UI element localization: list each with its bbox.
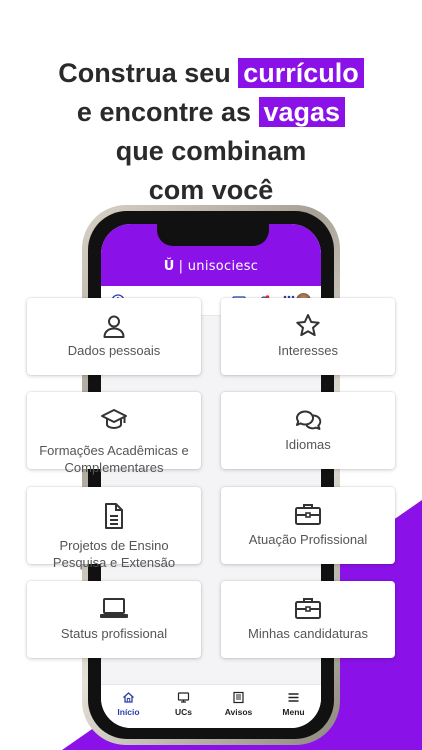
phone-notch xyxy=(157,224,269,246)
headline-highlight-curriculo: currículo xyxy=(238,58,364,88)
chat-bubbles-icon xyxy=(296,410,322,430)
card-formacoes[interactable]: Formações Acadêmicas e Complementares xyxy=(27,392,201,475)
headline-line3: que combinam xyxy=(115,136,307,166)
card-label: Status profissional xyxy=(60,626,168,641)
app-logo: Ŭ | unisociesc xyxy=(101,259,321,274)
card-label: Minhas candidaturas xyxy=(248,626,368,641)
card-idiomas[interactable]: Idiomas xyxy=(221,392,395,469)
card-atuacao-profissional[interactable]: Atuação Profissional xyxy=(221,487,395,564)
logo-mark: Ŭ xyxy=(163,259,175,274)
graduation-cap-icon xyxy=(101,409,127,430)
user-icon xyxy=(103,315,125,338)
document-icon xyxy=(105,503,123,529)
hamburger-icon xyxy=(288,693,299,702)
briefcase-icon xyxy=(295,598,321,619)
headline: Construa seu currículo e encontre as vag… xyxy=(0,54,422,210)
tab-menu-label: Menu xyxy=(282,707,305,717)
tab-menu[interactable]: Menu xyxy=(269,691,319,717)
card-minhas-candidaturas[interactable]: Minhas candidaturas xyxy=(221,581,395,658)
tab-bar: Início UCs Avisos Menu xyxy=(101,684,321,728)
app-header: Ŭ | unisociesc xyxy=(101,224,321,286)
tab-ucs-label: UCs xyxy=(174,707,192,717)
card-label: Interesses xyxy=(278,343,338,358)
tab-ucs[interactable]: UCs xyxy=(159,691,209,717)
card-label: Projetos de Ensino Pesquisa e Extensão xyxy=(52,538,176,570)
card-interesses[interactable]: Interesses xyxy=(221,298,395,375)
laptop-icon xyxy=(100,598,128,618)
card-dados-pessoais[interactable]: Dados pessoais xyxy=(27,298,201,375)
card-status-profissional[interactable]: Status profissional xyxy=(27,581,201,658)
card-label: Dados pessoais xyxy=(67,343,161,358)
tab-avisos-label: Avisos xyxy=(224,707,253,717)
screen-icon xyxy=(177,692,190,703)
newspaper-icon xyxy=(233,691,244,704)
headline-highlight-vagas: vagas xyxy=(258,97,346,127)
card-projetos[interactable]: Projetos de Ensino Pesquisa e Extensão xyxy=(27,487,201,570)
tab-avisos[interactable]: Avisos xyxy=(214,691,264,717)
home-icon xyxy=(123,692,134,703)
tab-inicio-label: Início xyxy=(117,707,140,717)
headline-line2: e encontre as xyxy=(76,97,251,127)
logo-text: | unisociesc xyxy=(178,259,259,274)
star-icon xyxy=(296,314,320,337)
card-label: Idiomas xyxy=(285,437,331,452)
tab-inicio[interactable]: Início xyxy=(104,691,154,717)
card-label: Formações Acadêmicas e Complementares xyxy=(39,443,189,475)
card-label: Atuação Profissional xyxy=(248,532,368,547)
headline-line1: Construa seu xyxy=(58,58,231,88)
briefcase-icon xyxy=(295,504,321,525)
